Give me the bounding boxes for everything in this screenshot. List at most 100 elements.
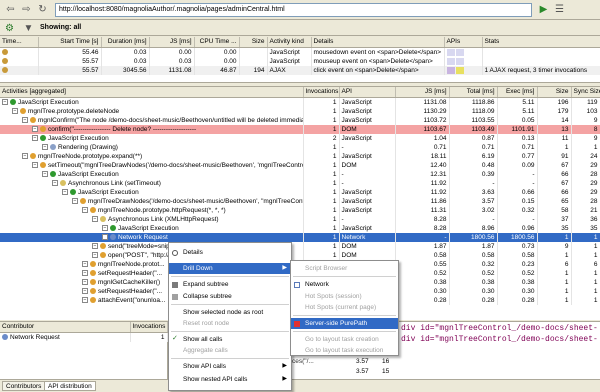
submenu-script-browser[interactable]: Script Browser [291,263,398,274]
source-line-1: div id="mgnlTreeControl_/demo-docs/sheet… [401,324,598,333]
activities-col-header[interactable]: Total [ms] [449,87,498,98]
submenu-hotspots-page[interactable]: Hot Spots (current page) [291,302,398,313]
tree-toggle-icon[interactable]: − [102,225,108,232]
activity-row[interactable]: − Network Request 1 Network -1800.56 1800.56 1… [0,233,600,242]
activity-row[interactable]: − JavaScript Execution 2 JavaScript 1.04 0.87… [0,134,600,143]
menu-show-api-calls[interactable]: Show API calls ▶ [169,361,291,372]
activity-row[interactable]: − mgnlTreeNode.prototype.expand(**) 1 JavaS… [0,152,600,161]
tools-icon[interactable]: ☰ [553,3,566,16]
activity-api: JavaScript [339,152,396,161]
contributor-col-header[interactable]: Contributor [0,322,131,333]
back-icon[interactable]: ⇦ [4,3,17,16]
activity-js: 12.40 [395,161,450,170]
activities-col-header[interactable]: Invocations [303,87,340,98]
tree-toggle-icon[interactable]: − [82,207,88,214]
menu-reset-root[interactable]: Reset root node [169,318,291,329]
event-row[interactable]: 55.46 0.03 0.00 0.00 JavaScript mousedown eve… [0,47,600,57]
event-row[interactable]: 55.57 0.03 0.03 0.00 JavaScript mouseup event… [0,57,600,66]
menu-drill-down[interactable]: Drill Down ▶ [169,263,291,274]
invocations-col-header[interactable]: Invocations [130,322,168,333]
tab-contributors[interactable]: Contributors [2,381,46,391]
activity-api: - [339,179,396,188]
activity-row[interactable]: − mgnlTreeNode.prototype.httpRequest(*, *… [0,206,600,215]
menu-collapse-subtree[interactable]: Collapse subtree [169,291,291,302]
tree-toggle-icon[interactable]: − [22,153,28,160]
tree-toggle-icon[interactable]: − [22,117,28,124]
tree-toggle-icon[interactable]: − [92,216,98,223]
activity-row[interactable]: − confirm("----------------- Delete node?… [0,125,600,134]
tree-toggle-icon[interactable]: − [42,144,48,151]
tree-toggle-icon[interactable]: − [2,99,8,106]
activities-col-header[interactable]: Activities [aggregated] [0,87,304,98]
events-col-header[interactable]: Time... [0,37,39,48]
forward-icon[interactable]: ⇨ [20,3,33,16]
activity-row[interactable]: − JavaScript Execution 1-12.31 0.39-66 28 [0,170,600,179]
filter-icon[interactable]: ▼ [22,22,35,35]
tree-toggle-icon[interactable]: − [32,135,38,142]
purepath-icon [294,321,300,327]
events-col-header[interactable]: Duration [ms] [101,37,150,48]
menu-show-all-calls[interactable]: ✓ Show all calls [169,334,291,345]
events-col-header[interactable]: Start Time [s] [38,37,102,48]
tree-toggle-icon[interactable]: − [12,108,18,115]
tree-toggle-icon[interactable]: − [92,252,98,259]
refresh-icon[interactable]: ↻ [36,3,49,16]
submenu-layout-execution[interactable]: Go to layout task execution [291,345,398,356]
menu-show-as-root[interactable]: Show selected node as root [169,307,291,318]
submenu-hotspots-session[interactable]: Hot Spots (session) [291,291,398,302]
menu-details[interactable]: Details [169,247,291,258]
submenu-layout-creation[interactable]: Go to layout task creation [291,334,398,345]
tree-toggle-icon[interactable]: − [62,189,68,196]
tree-toggle-icon[interactable]: − [82,270,88,277]
activity-row[interactable]: − send("treeMode=snippet&...") 1 DOM 1.87 1.8… [0,242,600,251]
tree-toggle-icon[interactable]: − [32,162,38,169]
tree-toggle-icon[interactable]: − [92,243,98,250]
activity-row[interactable]: − mgnlConfirm("The node /demo-docs/sheet-… [0,116,600,125]
activity-row[interactable]: − JavaScript Execution 1 JavaScript 11.92 3.6… [0,188,600,197]
tree-toggle-icon[interactable]: − [102,234,108,241]
activities-col-header[interactable]: Exec [ms] [497,87,538,98]
events-col-header[interactable]: Activity kind [267,37,312,48]
activity-row[interactable]: − setTimeout("mgnlTreeDrawNodes('/demo-do… [0,161,600,170]
activity-row[interactable]: − JavaScript Execution 1 JavaScript 8.28 8.96… [0,224,600,233]
contributor-row[interactable]: Network Request 1 [0,332,168,342]
events-col-header[interactable]: CPU Time ... [194,37,240,48]
activity-row[interactable]: − JavaScript Execution 1 JavaScript 1131.08 1… [0,97,600,107]
menu-aggregate-calls[interactable]: Aggregate calls [169,345,291,356]
tree-toggle-icon[interactable]: − [82,297,88,304]
activities-col-header[interactable]: Size [537,87,572,98]
tree-toggle-icon[interactable]: − [82,288,88,295]
tree-toggle-icon[interactable]: − [82,261,88,268]
go-icon[interactable]: ▶ [537,3,550,16]
event-row[interactable]: 55.57 3045.56 1131.08 46.87 194 AJAX click eve… [0,66,600,75]
tree-toggle-icon[interactable]: − [42,171,48,178]
activities-col-header[interactable]: API [339,87,396,98]
submenu-network[interactable]: Network [291,279,398,290]
menu-show-nested-api-calls[interactable]: Show nested API calls ▶ [169,374,291,385]
gear-icon[interactable]: ⚙ [3,22,16,35]
events-col-header[interactable]: APIs [444,37,483,48]
tree-toggle-icon[interactable]: − [72,198,78,205]
activity-row[interactable]: − open("POST", "http://lo... 1 DOM 0.58 0.58 0… [0,251,600,260]
event-stats [482,57,600,66]
events-col-header[interactable]: Size [239,37,268,48]
events-col-header[interactable]: JS [ms] [149,37,195,48]
activity-icon [20,108,26,115]
url-input[interactable]: http://localhost:8080/magnoliaAuthor/.ma… [55,3,532,17]
tree-toggle-icon[interactable]: − [32,126,38,133]
events-col-header[interactable]: Details [311,37,445,48]
activities-col-header[interactable]: JS [ms] [395,87,450,98]
tree-toggle-icon[interactable]: − [52,180,58,187]
activity-exec: 0.15 [497,197,538,206]
activity-row[interactable]: − Asynchronous Link (XMLHttpRequest) 1-8.2… [0,215,600,224]
activity-row[interactable]: − mgnlTree.prototype.deleteNode 1 JavaScrip… [0,107,600,116]
events-col-header[interactable]: Stats [482,37,600,48]
activities-col-header[interactable]: Sync Size [571,87,600,98]
activity-row[interactable]: − Rendering (Drawing) 1-0.71 0.71 0.71 1 1 [0,143,600,152]
activity-row[interactable]: − Asynchronous Link (setTimeout) 1-11.92- -… [0,179,600,188]
menu-expand-subtree[interactable]: Expand subtree [169,279,291,290]
submenu-server-side-purepath[interactable]: Server-side PurePath [291,318,398,329]
tree-toggle-icon[interactable]: − [82,279,88,286]
activity-row[interactable]: − mgnlTreeDrawNodes('/demo-docs/sheet-mus… [0,197,600,206]
tab-api-distribution[interactable]: API distribution [44,381,96,391]
